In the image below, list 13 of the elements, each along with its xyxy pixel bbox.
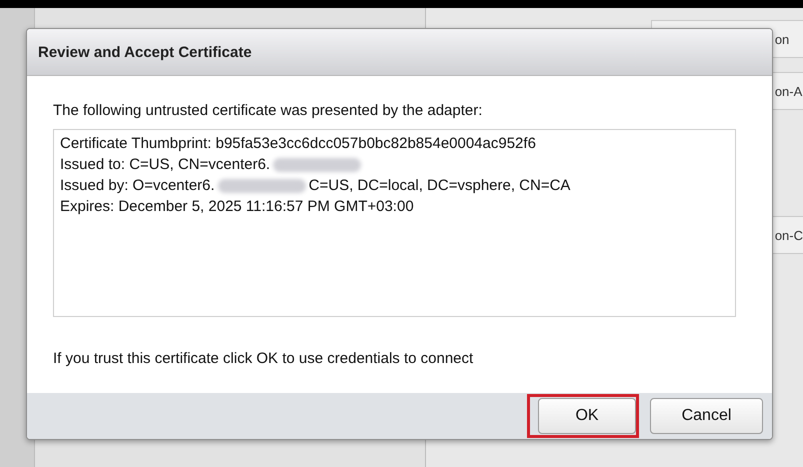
field-label: on-C [774, 228, 803, 242]
certificate-line: Certificate Thumbprint: b95fa53e3cc6dcc057b0bc82b854e0004ac952f6 [60, 134, 536, 154]
certificate-line: Issued by: O=vcenter6. [60, 176, 215, 196]
field-label: on [774, 32, 790, 46]
intro-text: The following untrusted certificate was presented by the adapter: [53, 102, 484, 119]
certificate-line: Expires: December 5, 2025 11:16:57 PM GMT+03:00 [60, 197, 414, 217]
prompt-text: If you trust this certificate click OK to use credentials to connect [53, 350, 474, 367]
certificate-line: C=US, DC=local, DC=vsphere, CN=CA [308, 176, 570, 196]
cancel-button[interactable]: Cancel [650, 398, 763, 434]
field-label: on-A [774, 84, 802, 98]
ok-button[interactable]: OK [538, 398, 636, 434]
certificate-line: Issued to: C=US, CN=vcenter6. [60, 155, 270, 175]
dialog-title: Review and Accept Certificate [38, 44, 252, 60]
